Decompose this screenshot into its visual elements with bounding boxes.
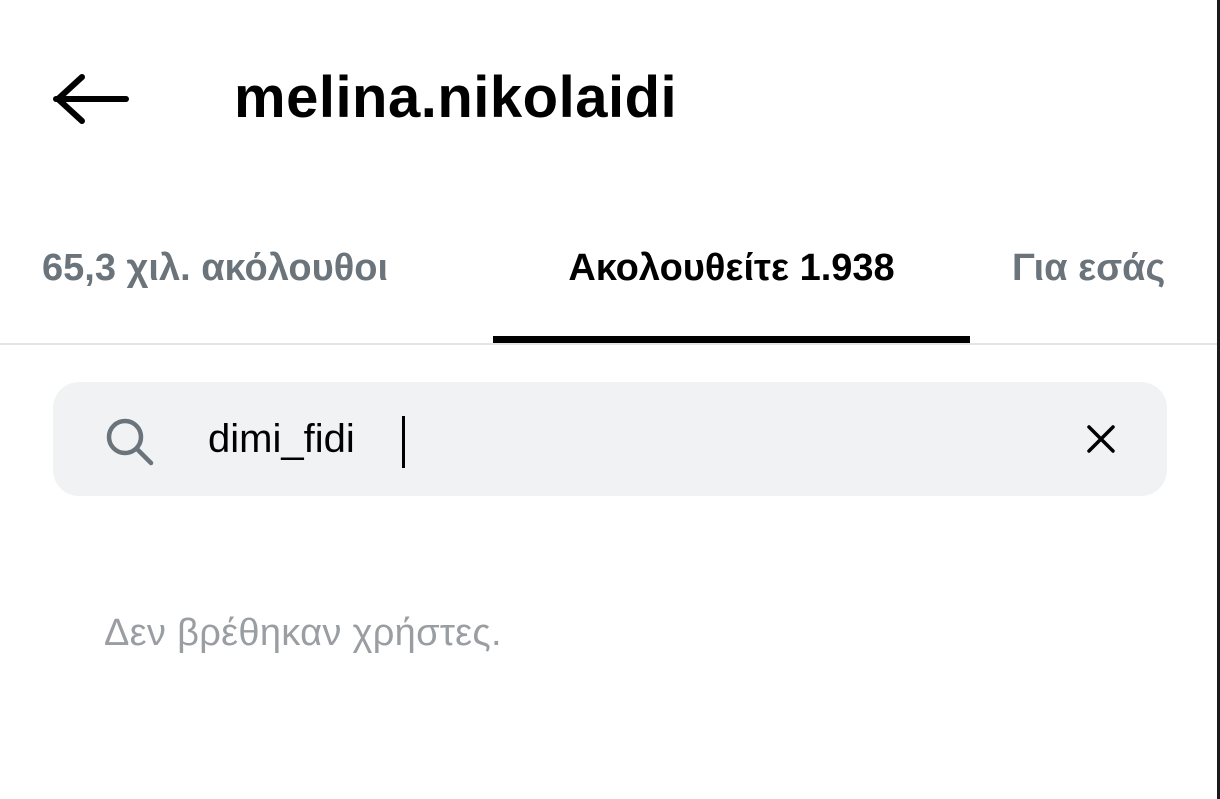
search-icon — [106, 418, 154, 466]
profile-header: melina.nikolaidi — [0, 0, 1217, 190]
profile-username: melina.nikolaidi — [234, 65, 678, 130]
search-input[interactable] — [208, 406, 1008, 472]
text-cursor — [402, 416, 405, 468]
tabs-divider — [0, 343, 1217, 345]
back-button[interactable] — [48, 66, 134, 132]
tab-followers[interactable]: 65,3 χιλ. ακόλουθοι — [42, 228, 388, 344]
tab-for-you[interactable]: Για εσάς — [1012, 228, 1165, 344]
tab-following-label: Ακολουθείτε 1.938 — [568, 247, 895, 289]
no-results-message: Δεν βρέθηκαν χρήστες. — [104, 612, 502, 654]
search-bar — [53, 382, 1167, 496]
tab-following[interactable]: Ακολουθείτε 1.938 — [493, 228, 970, 344]
active-tab-indicator — [493, 336, 970, 343]
close-icon[interactable] — [1081, 419, 1121, 459]
tab-for-you-label: Για εσάς — [1012, 247, 1166, 289]
follow-tabs: 65,3 χιλ. ακόλουθοι Ακολουθείτε 1.938 Γι… — [0, 228, 1217, 344]
arrow-left-icon — [53, 74, 129, 124]
tab-followers-label: 65,3 χιλ. ακόλουθοι — [42, 247, 389, 289]
